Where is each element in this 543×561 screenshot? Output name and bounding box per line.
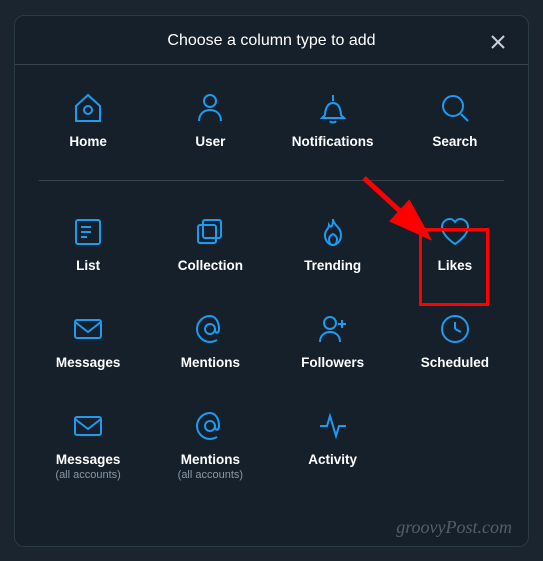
option-label: Likes: [438, 258, 473, 274]
column-type-modal: Choose a column type to add Home User No…: [14, 15, 529, 547]
modal-header: Choose a column type to add: [15, 16, 528, 65]
option-label: Followers: [301, 355, 364, 371]
option-sublabel: (all accounts): [55, 469, 120, 481]
option-label: Notifications: [292, 134, 374, 150]
activity-icon: [316, 405, 350, 447]
option-label: Messages: [56, 355, 121, 371]
option-followers[interactable]: Followers: [274, 304, 392, 375]
option-label: Mentions: [181, 355, 240, 371]
option-label: Home: [69, 134, 107, 150]
option-sublabel: (all accounts): [178, 469, 243, 481]
modal-title: Choose a column type to add: [167, 32, 375, 50]
option-label: Trending: [304, 258, 361, 274]
list-icon: [71, 211, 105, 253]
option-notifications[interactable]: Notifications: [274, 83, 392, 154]
home-icon: [71, 87, 105, 129]
close-icon: [489, 33, 507, 51]
option-scheduled[interactable]: Scheduled: [396, 304, 514, 375]
at-icon: [193, 308, 227, 350]
option-likes[interactable]: Likes: [396, 207, 514, 278]
option-collection[interactable]: Collection: [151, 207, 269, 278]
option-search[interactable]: Search: [396, 83, 514, 154]
option-label: Messages: [56, 452, 121, 468]
option-label: Activity: [308, 452, 357, 468]
at-icon: [193, 405, 227, 447]
option-mentions-all[interactable]: Mentions (all accounts): [151, 401, 269, 485]
envelope-icon: [71, 405, 105, 447]
search-icon: [438, 87, 472, 129]
envelope-icon: [71, 308, 105, 350]
column-type-grid: Home User Notifications Search: [15, 65, 528, 496]
option-home[interactable]: Home: [29, 83, 147, 154]
follower-icon: [316, 308, 350, 350]
option-label: Search: [432, 134, 477, 150]
watermark-text: groovyPost.com: [396, 517, 512, 538]
flame-icon: [316, 211, 350, 253]
option-messages[interactable]: Messages: [29, 304, 147, 375]
option-messages-all[interactable]: Messages (all accounts): [29, 401, 147, 485]
bell-icon: [316, 87, 350, 129]
user-icon: [193, 87, 227, 129]
option-mentions[interactable]: Mentions: [151, 304, 269, 375]
option-user[interactable]: User: [151, 83, 269, 154]
option-label: Collection: [178, 258, 243, 274]
heart-icon: [438, 211, 472, 253]
option-label: User: [195, 134, 225, 150]
option-label: List: [76, 258, 100, 274]
row-separator: [39, 180, 504, 181]
clock-icon: [438, 308, 472, 350]
option-trending[interactable]: Trending: [274, 207, 392, 278]
close-button[interactable]: [486, 30, 510, 54]
option-label: Mentions: [181, 452, 240, 468]
collection-icon: [193, 211, 227, 253]
option-label: Scheduled: [421, 355, 489, 371]
option-list[interactable]: List: [29, 207, 147, 278]
option-activity[interactable]: Activity: [274, 401, 392, 485]
